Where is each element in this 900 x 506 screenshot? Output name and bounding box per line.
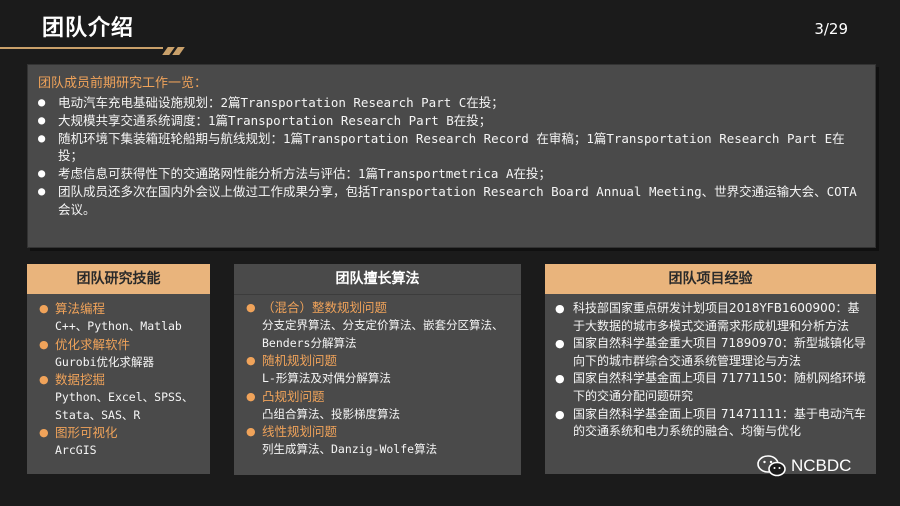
algorithm-detail: 分支定界算法、分支定价算法、嵌套分区算法、Benders分解算法 xyxy=(262,318,504,350)
bullet-icon: ● xyxy=(246,389,256,403)
project-item: ● 国家自然科学基金面上项目 71771150：随机网络环境下的交通分配问题研究 xyxy=(555,371,866,403)
skill-detail: Gurobi优化求解器 xyxy=(55,354,155,369)
bullet-icon: ● xyxy=(38,166,46,181)
bullet-icon: ● xyxy=(38,95,46,109)
wechat-icon xyxy=(757,455,786,477)
title-stripe xyxy=(172,47,185,55)
page-number: 3/29 xyxy=(814,20,848,38)
bullet-icon: ● xyxy=(555,337,565,351)
bullet-icon: ● xyxy=(555,407,565,421)
algorithms-panel-title: 团队擅长算法 xyxy=(234,264,521,295)
algorithms-panel: 团队擅长算法 ● （混合）整数规划问题 分支定界算法、分支定价算法、嵌套分区算法、… xyxy=(234,264,521,475)
skill-category: ● 数据挖掘 xyxy=(39,372,106,387)
projects-panel-title: 团队项目经验 xyxy=(545,264,876,294)
bullet-icon: ● xyxy=(246,425,256,438)
overview-list: ● 电动汽车充电基础设施规划：2篇Transportation Research … xyxy=(38,94,861,219)
algorithm-category: ● 线性规划问题 xyxy=(246,424,338,439)
overview-item: ● 大规模共享交通系统调度：1篇Transportation Research P… xyxy=(38,112,492,128)
algorithms-panel-body: ● （混合）整数规划问题 分支定界算法、分支定价算法、嵌套分区算法、Benders… xyxy=(234,295,521,475)
algorithm-category: ● （混合）整数规划问题 xyxy=(246,300,388,315)
page-title: 团队介绍 xyxy=(42,16,135,41)
algorithm-detail: 凸组合算法、投影梯度算法 xyxy=(262,406,400,421)
projects-panel-body: ● 科技部国家重点研发计划项目2018YFB1600900：基于大数据的城市多模式… xyxy=(545,294,876,474)
project-item: ● 国家自然科学基金面上项目 71471111：基于电动汽车的交通系统和电力系统的… xyxy=(555,406,866,439)
research-overview-box: 团队成员前期研究工作一览： ● 电动汽车充电基础设施规划：2篇Transporta… xyxy=(27,64,876,248)
project-item: ● 科技部国家重点研发计划项目2018YFB1600900：基于大数据的城市多模式… xyxy=(555,301,860,333)
algorithm-detail: 列生成算法、Danzig-Wolfe算法 xyxy=(262,442,438,456)
skills-panel-title: 团队研究技能 xyxy=(27,264,210,294)
watermark-text: NCBDC xyxy=(791,456,852,475)
skill-detail: Python、Excel、SPSS、Stata、SAS、R xyxy=(55,390,194,422)
title-underline xyxy=(0,47,163,49)
bullet-icon: ● xyxy=(555,372,565,386)
overview-heading: 团队成员前期研究工作一览： xyxy=(38,76,208,91)
bullet-icon: ● xyxy=(39,302,49,315)
skill-category: ● 图形可视化 xyxy=(39,425,118,440)
bullet-icon: ● xyxy=(39,373,49,386)
bullet-icon: ● xyxy=(39,337,49,351)
bullet-icon: ● xyxy=(38,112,46,127)
bullet-icon: ● xyxy=(39,426,49,439)
projects-panel: 团队项目经验 ● 科技部国家重点研发计划项目2018YFB1600900：基于大数… xyxy=(545,264,876,474)
algorithm-category: ● 随机规划问题 xyxy=(246,353,338,368)
skill-detail: ArcGIS xyxy=(55,443,97,457)
bullet-icon: ● xyxy=(555,302,565,315)
skill-detail: C++、Python、Matlab xyxy=(55,319,182,333)
skill-category: ● 算法编程 xyxy=(39,301,106,316)
skill-category: ● 优化求解软件 xyxy=(39,336,131,352)
skills-panel: 团队研究技能 ● 算法编程 C++、Python、Matlab ● 优化求解软件 G… xyxy=(27,264,210,474)
algorithm-category: ● 凸规划问题 xyxy=(246,388,325,404)
watermark: NCBDC xyxy=(757,455,851,477)
skills-panel-body: ● 算法编程 C++、Python、Matlab ● 优化求解软件 Gurobi优化… xyxy=(27,294,210,474)
bullet-icon: ● xyxy=(246,301,256,314)
bullet-icon: ● xyxy=(38,183,46,198)
algorithm-detail: L-形算法及对偶分解算法 xyxy=(262,371,391,385)
overview-item: ● 考虑信息可获得性下的交通路网性能分析方法与评估：1篇Transportmetr… xyxy=(38,166,551,182)
project-item: ● 国家自然科学基金重大项目 71890970：新型城镇化导向下的城市群综合交通系… xyxy=(555,336,866,368)
overview-item: ● 团队成员还多次在国内外会议上做过工作成果分享，包括Transportation… xyxy=(38,183,857,217)
overview-item: ● 电动汽车充电基础设施规划：2篇Transportation Research … xyxy=(38,95,504,110)
overview-item: ● 随机环境下集装箱班轮船期与航线规划：1篇Transportation Rese… xyxy=(38,130,845,164)
bullet-icon: ● xyxy=(246,354,256,367)
bullet-icon: ● xyxy=(38,130,46,145)
